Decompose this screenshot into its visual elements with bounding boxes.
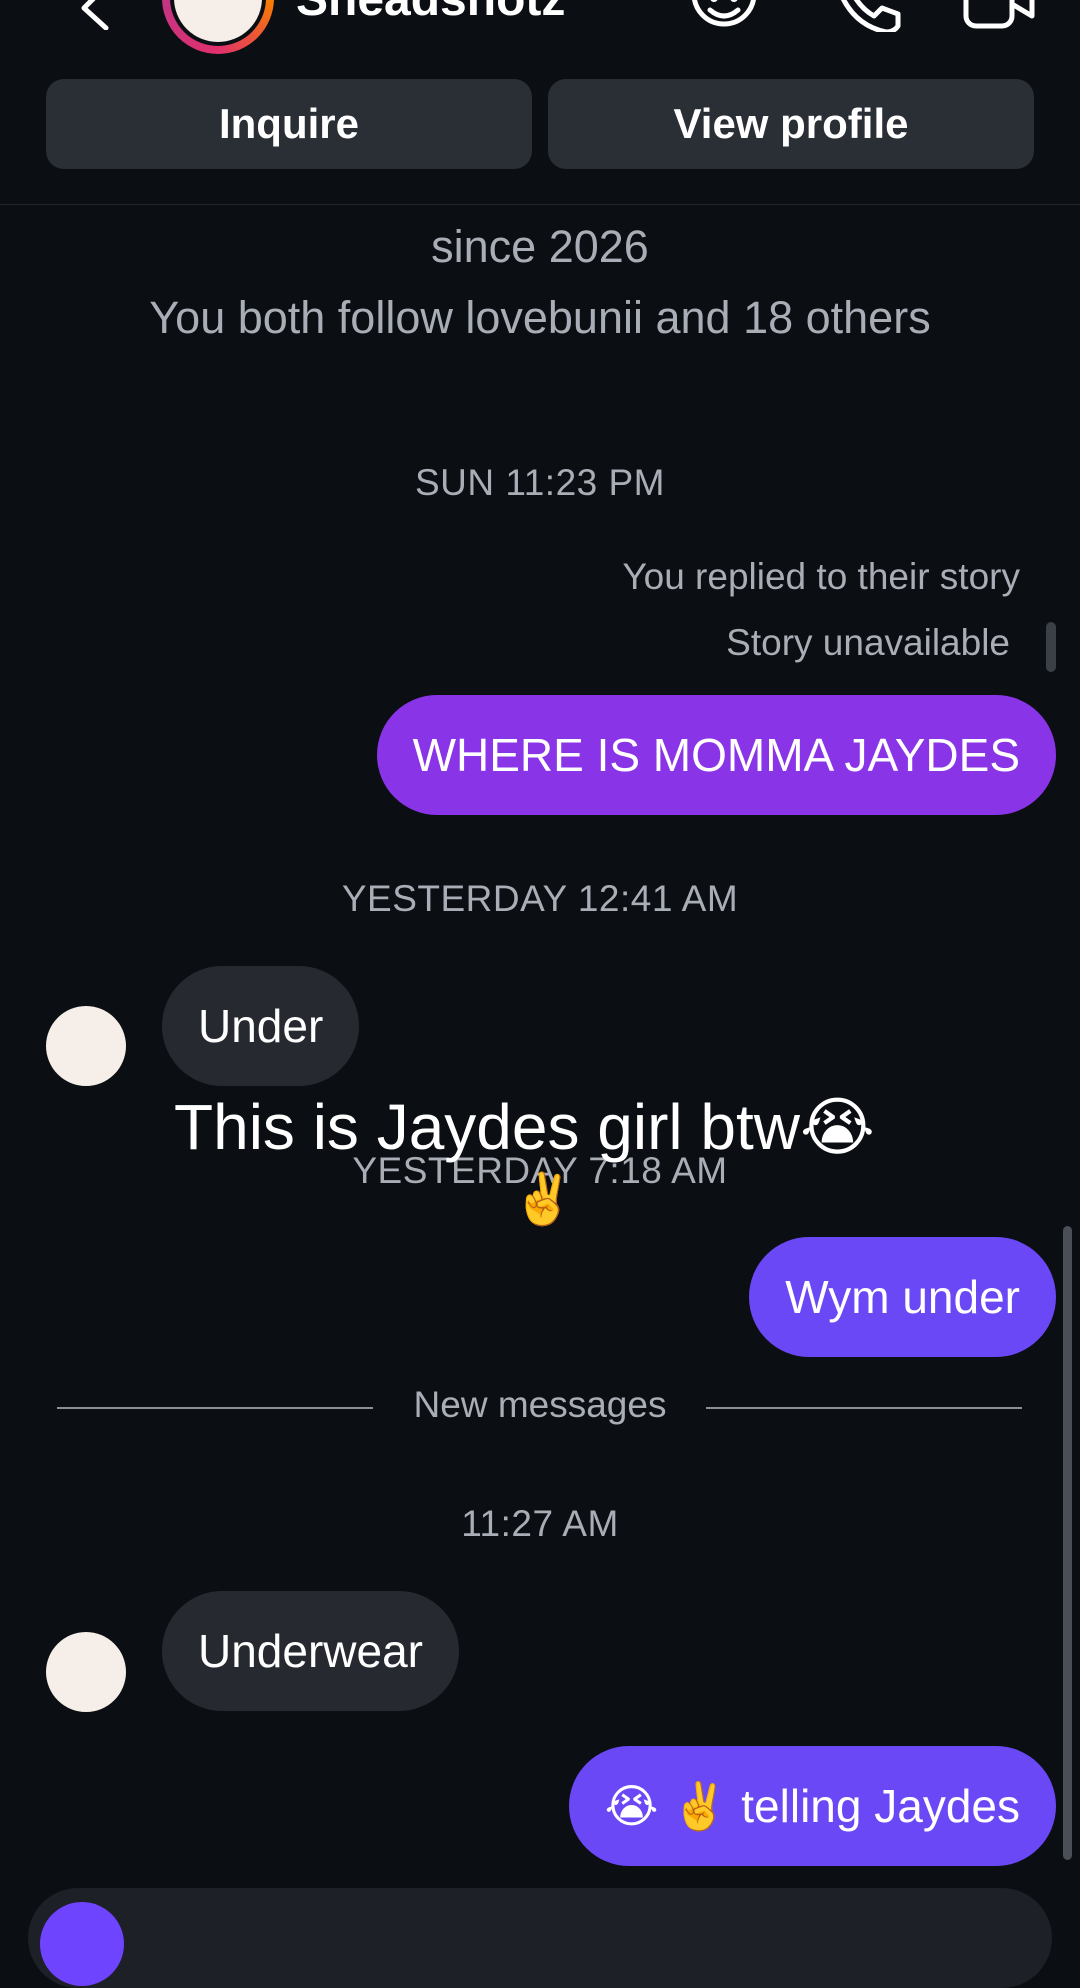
message-text: 😭 ✌️ telling Jaydes: [604, 1779, 1020, 1832]
camera-icon[interactable]: [40, 1902, 124, 1986]
received-message-bubble[interactable]: Underwear: [162, 1591, 459, 1711]
message-composer[interactable]: [28, 1888, 1052, 1988]
sender-avatar[interactable]: [46, 1632, 126, 1712]
story-unavailable-label[interactable]: Story unavailable: [726, 622, 1010, 664]
timestamp: YESTERDAY 12:41 AM: [341, 878, 739, 919]
view-profile-button[interactable]: View profile: [548, 79, 1034, 169]
timestamp: SUN 11:23 PM: [414, 462, 666, 503]
chat-header: Sneadshotz Inquire View profile: [0, 0, 1080, 205]
message-text: Wym under: [785, 1271, 1020, 1323]
sender-avatar[interactable]: [46, 1006, 126, 1086]
message-text: Underwear: [198, 1625, 423, 1677]
inquire-button[interactable]: Inquire: [46, 79, 532, 169]
message-text: Under: [198, 1000, 324, 1052]
mutual-followers-line: You both follow lovebunii and 18 others: [149, 292, 931, 343]
divider-right: [706, 1407, 1022, 1409]
username-title[interactable]: Sneadshotz: [296, 0, 565, 30]
profile-avatar[interactable]: [162, 0, 274, 54]
story-preview-bar: [1046, 622, 1056, 672]
back-icon[interactable]: [70, 0, 120, 30]
sent-message-bubble[interactable]: Wym under: [749, 1237, 1056, 1357]
sent-message-bubble[interactable]: 😭 ✌️ telling Jaydes: [568, 1746, 1056, 1866]
sticker-icon[interactable]: [690, 0, 764, 32]
message-text: WHERE IS MOMMA JAYDES: [412, 729, 1020, 781]
received-message-bubble[interactable]: Under: [162, 966, 360, 1086]
overlay-emoji: ✌️: [512, 1171, 575, 1227]
new-messages-divider-label: New messages: [413, 1384, 667, 1425]
scrollbar[interactable]: [1063, 1226, 1072, 1860]
video-icon[interactable]: [962, 0, 1036, 32]
phone-icon[interactable]: [830, 0, 904, 32]
avatar-image: [170, 0, 266, 46]
story-reply-note: You replied to their story: [622, 556, 1020, 597]
sent-message-bubble[interactable]: WHERE IS MOMMA JAYDES: [376, 695, 1056, 815]
timestamp: 11:27 AM: [461, 1503, 619, 1544]
overlay-caption-text: This is Jaydes girl btw😭: [174, 1091, 875, 1163]
since-line: since 2026: [431, 221, 649, 272]
